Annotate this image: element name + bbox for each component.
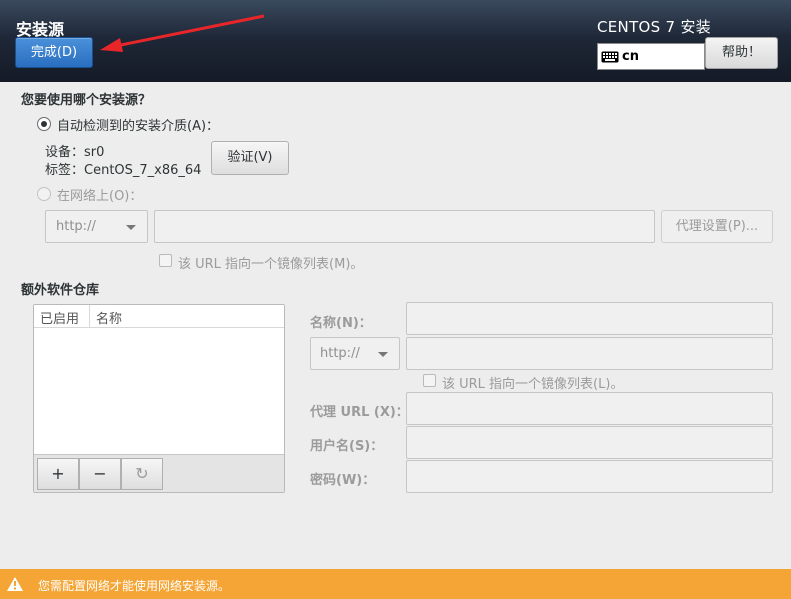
network-source-radio[interactable] — [37, 187, 51, 201]
repo-name-label: 名称(N)： — [310, 316, 372, 331]
repo-list[interactable]: 已启用 名称 + − ↻ — [33, 304, 285, 493]
add-repo-button[interactable]: + — [37, 458, 79, 490]
refresh-repo-button[interactable]: ↻ — [121, 458, 163, 490]
repo-password-input[interactable] — [406, 460, 773, 493]
network-source-label: 在网络上(O)： — [57, 189, 143, 204]
column-enabled[interactable]: 已启用 — [40, 308, 79, 327]
repo-name-input[interactable] — [406, 302, 773, 335]
auto-detect-radio[interactable] — [37, 117, 51, 131]
annotation-arrow — [100, 14, 265, 52]
repo-password-label: 密码(W)： — [310, 473, 376, 488]
device-info: 设备：sr0 — [45, 145, 105, 160]
repo-proxy-url-label: 代理 URL (X)： — [310, 405, 409, 420]
keyboard-layout-indicator[interactable]: cn — [597, 43, 705, 70]
chevron-down-icon — [378, 352, 388, 357]
done-button[interactable]: 完成(D) — [15, 37, 93, 68]
network-protocol-select[interactable]: http:// — [45, 210, 148, 243]
auto-detect-label: 自动检测到的安装介质(A)： — [57, 119, 220, 134]
keyboard-icon — [601, 51, 619, 63]
network-url-input[interactable] — [154, 210, 655, 243]
minus-icon: − — [93, 464, 107, 483]
repo-proxy-url-input[interactable] — [406, 392, 773, 425]
remove-repo-button[interactable]: − — [79, 458, 121, 490]
warning-icon — [7, 577, 23, 591]
repo-list-header: 已启用 名称 — [34, 305, 284, 328]
mirrorlist-checkbox[interactable] — [159, 254, 172, 267]
media-label-info: 标签：CentOS_7_x86_64 — [45, 163, 202, 178]
verify-button[interactable]: 验证(V) — [211, 141, 289, 175]
warning-message: 您需配置网络才能使用网络安装源。 — [38, 579, 231, 593]
repo-username-input[interactable] — [406, 426, 773, 459]
repo-toolbar: + − ↻ — [34, 454, 284, 492]
header-bar: 安装源 完成(D) CENTOS 7 安装 cn 帮助！ — [0, 0, 791, 82]
proxy-settings-button[interactable]: 代理设置(P)... — [661, 210, 773, 243]
column-name[interactable]: 名称 — [96, 308, 122, 327]
keyboard-layout-label: cn — [622, 49, 639, 64]
repo-protocol-select[interactable]: http:// — [310, 337, 400, 370]
warning-bar[interactable]: 您需配置网络才能使用网络安装源。 — [0, 569, 791, 599]
repo-url-input[interactable] — [406, 337, 773, 370]
mirrorlist-label: 该 URL 指向一个镜像列表(M)。 — [178, 257, 364, 272]
plus-icon: + — [51, 464, 65, 483]
repo-protocol-value: http:// — [320, 346, 360, 361]
chevron-down-icon — [126, 225, 136, 230]
refresh-icon: ↻ — [135, 464, 149, 483]
repo-mirrorlist-label: 该 URL 指向一个镜像列表(L)。 — [442, 377, 624, 392]
source-question-heading: 您要使用哪个安装源？ — [21, 93, 152, 108]
network-protocol-value: http:// — [56, 219, 96, 234]
extra-repos-heading: 额外软件仓库 — [21, 283, 100, 298]
product-title: CENTOS 7 安装 — [597, 18, 712, 36]
repo-username-label: 用户名(S)： — [310, 439, 384, 454]
repo-mirrorlist-checkbox[interactable] — [423, 374, 436, 387]
column-divider — [89, 305, 90, 328]
help-button[interactable]: 帮助！ — [705, 37, 778, 69]
